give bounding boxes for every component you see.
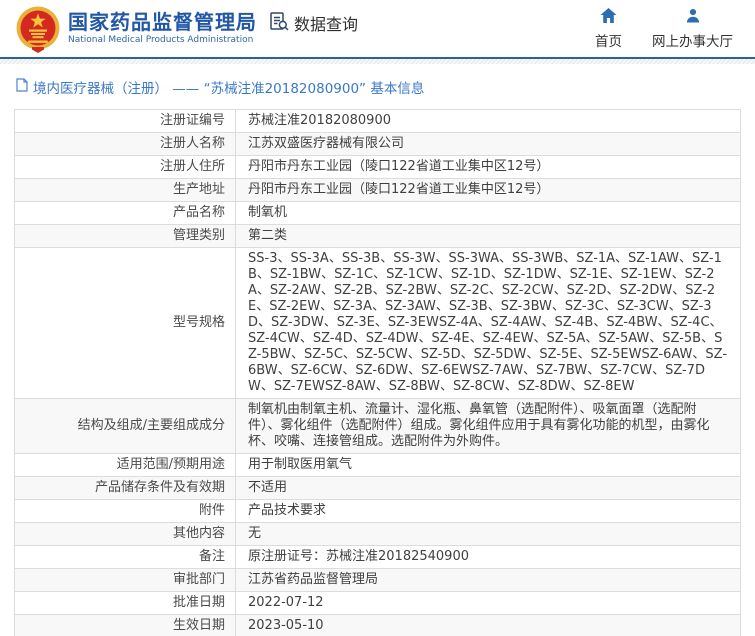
table-row: 批准日期 2022-07-12	[15, 592, 741, 615]
site-header: 国家药品监督管理局 National Medical Products Admi…	[0, 0, 755, 57]
table-row: 管理类别 第二类	[15, 225, 741, 248]
row-value: 不适用	[236, 477, 741, 500]
row-value: 苏械注准20182080900	[236, 110, 741, 133]
row-label: 其他内容	[15, 523, 236, 546]
row-value: 原注册证号：苏械注准20182540900	[236, 546, 741, 569]
document-search-icon	[269, 11, 289, 35]
row-value: 第二类	[236, 225, 741, 248]
table-row: 审批部门 江苏省药品监督管理局	[15, 569, 741, 592]
breadcrumb: 境内医疗器械（注册） —— “苏械注准20182080900” 基本信息	[0, 64, 755, 107]
row-label: 批准日期	[15, 592, 236, 615]
nav-item-service-hall[interactable]: 网上办事大厅	[652, 8, 733, 50]
row-label: 型号规格	[15, 248, 236, 399]
document-icon	[16, 78, 28, 96]
row-value: 2022-07-12	[236, 592, 741, 615]
table-row: 注册证编号 苏械注准20182080900	[15, 110, 741, 133]
table-row: 适用范围/预期用途 用于制取医用氧气	[15, 454, 741, 477]
breadcrumb-text: 境内医疗器械（注册） —— “苏械注准20182080900” 基本信息	[33, 77, 424, 97]
agency-brand[interactable]: 国家药品监督管理局 National Medical Products Admi…	[16, 5, 257, 53]
row-value: 丹阳市丹东工业园（陵口122省道工业集中区12号）	[236, 156, 741, 179]
table-row-composition: 结构及组成/主要组成成分 制氧机由制氧主机、流量计、湿化瓶、鼻氧管（选配附件）、…	[15, 399, 741, 454]
row-value: 无	[236, 523, 741, 546]
row-label: 结构及组成/主要组成成分	[15, 399, 236, 454]
table-row: 生效日期 2023-05-10	[15, 615, 741, 636]
row-value: SS-3、SS-3A、SS-3B、SS-3W、SS-3WA、SS-3WB、SZ-…	[236, 248, 741, 399]
national-emblem-icon	[16, 5, 60, 53]
row-value: 2023-05-10	[236, 615, 741, 636]
row-label: 备注	[15, 546, 236, 569]
row-value: 制氧机	[236, 202, 741, 225]
table-row: 产品储存条件及有效期 不适用	[15, 477, 741, 500]
row-value: 产品技术要求	[236, 500, 741, 523]
row-label: 适用范围/预期用途	[15, 454, 236, 477]
data-query-button[interactable]: 数据查询	[269, 11, 358, 35]
row-value: 用于制取医用氧气	[236, 454, 741, 477]
header-nav: 首页 网上办事大厅	[595, 8, 743, 50]
agency-title-block: 国家药品监督管理局 National Medical Products Admi…	[68, 11, 257, 46]
row-label: 生产地址	[15, 179, 236, 202]
row-value: 江苏省药品监督管理局	[236, 569, 741, 592]
row-value: 制氧机由制氧主机、流量计、湿化瓶、鼻氧管（选配附件）、吸氧面罩（选配附件）、雾化…	[236, 399, 741, 454]
nav-item-label: 首页	[595, 30, 622, 50]
row-label: 生效日期	[15, 615, 236, 636]
table-row: 附件 产品技术要求	[15, 500, 741, 523]
row-label: 注册人名称	[15, 133, 236, 156]
row-label: 产品名称	[15, 202, 236, 225]
row-value: 丹阳市丹东工业园（陵口122省道工业集中区12号）	[236, 179, 741, 202]
data-query-label: 数据查询	[294, 11, 358, 35]
table-row: 备注 原注册证号：苏械注准20182540900	[15, 546, 741, 569]
table-row: 其他内容 无	[15, 523, 741, 546]
user-icon	[685, 8, 701, 27]
nav-item-label: 网上办事大厅	[652, 30, 733, 50]
agency-name-cn: 国家药品监督管理局	[68, 11, 257, 33]
table-row-model-specs: 型号规格 SS-3、SS-3A、SS-3B、SS-3W、SS-3WA、SS-3W…	[15, 248, 741, 399]
row-label: 注册人住所	[15, 156, 236, 179]
table-row: 注册人名称 江苏双盛医疗器械有限公司	[15, 133, 741, 156]
registration-info-table: 注册证编号 苏械注准20182080900 注册人名称 江苏双盛医疗器械有限公司…	[14, 109, 741, 636]
row-label: 附件	[15, 500, 236, 523]
row-label: 管理类别	[15, 225, 236, 248]
row-label: 审批部门	[15, 569, 236, 592]
row-label: 注册证编号	[15, 110, 236, 133]
table-row: 注册人住所 丹阳市丹东工业园（陵口122省道工业集中区12号）	[15, 156, 741, 179]
table-row: 产品名称 制氧机	[15, 202, 741, 225]
home-icon	[600, 8, 617, 27]
agency-name-en: National Medical Products Administration	[68, 36, 257, 46]
row-value: 江苏双盛医疗器械有限公司	[236, 133, 741, 156]
table-row: 生产地址 丹阳市丹东工业园（陵口122省道工业集中区12号）	[15, 179, 741, 202]
nav-item-home[interactable]: 首页	[595, 8, 622, 50]
row-label: 产品储存条件及有效期	[15, 477, 236, 500]
